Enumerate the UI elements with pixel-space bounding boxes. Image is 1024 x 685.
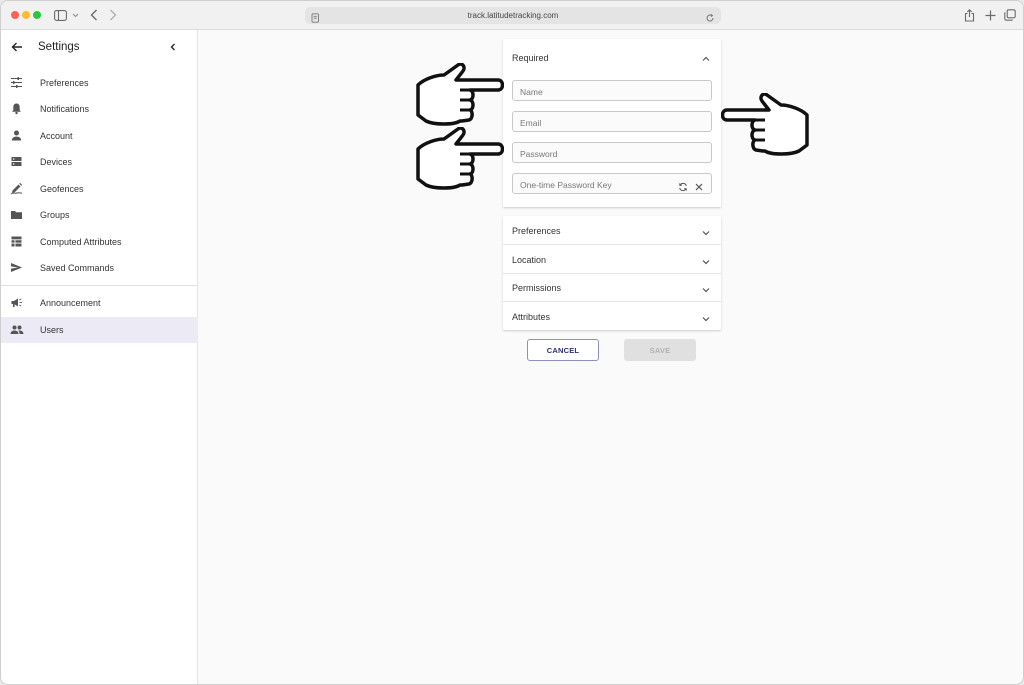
sidebar-item-label: Notifications	[40, 104, 90, 114]
browser-toolbar: track.latitudetracking.com	[1, 1, 1023, 30]
sidebar-item-groups[interactable]: Groups	[1, 202, 198, 228]
chevron-left-icon[interactable]	[168, 40, 178, 58]
pointing-hand-icon	[416, 127, 504, 190]
sidebar-item-label: Computed Attributes	[40, 237, 122, 247]
required-section: Required Name Email Password One-time Pa…	[503, 39, 721, 207]
close-window-button[interactable]	[11, 11, 19, 19]
reload-icon[interactable]	[705, 10, 715, 28]
refresh-icon[interactable]	[678, 179, 688, 192]
chevron-down-icon	[701, 282, 711, 300]
sidebar-item-label: Announcement	[40, 298, 101, 308]
sidebar-title: Settings	[38, 41, 80, 53]
password-placeholder: Password	[520, 149, 558, 159]
name-field[interactable]: Name	[512, 80, 712, 101]
page-icon	[311, 10, 320, 28]
sidebar-item-geofences[interactable]: Geofences	[1, 176, 198, 202]
sidebar-item-label: Account	[40, 131, 73, 141]
arrow-back-icon[interactable]	[11, 40, 23, 58]
email-placeholder: Email	[520, 118, 542, 128]
sidebar-item-notifications[interactable]: Notifications	[1, 96, 198, 122]
sidebar-item-devices[interactable]: Devices	[1, 149, 198, 175]
otp-key-placeholder: One-time Password Key	[520, 180, 612, 190]
section-attributes[interactable]: Attributes	[503, 302, 721, 331]
clear-icon[interactable]	[694, 179, 704, 191]
chevron-down-icon	[701, 254, 711, 272]
folder-icon	[10, 208, 23, 221]
sidebar-item-account[interactable]: Account	[1, 123, 198, 149]
sidebar-divider	[1, 285, 198, 286]
sidebar-item-label: Saved Commands	[40, 263, 115, 273]
back-nav-icon[interactable]	[88, 7, 100, 23]
sidebar-header: Settings	[1, 30, 198, 64]
sidebar-item-users[interactable]: Users	[1, 317, 198, 343]
sidebar-item-label: Users	[40, 325, 64, 335]
otp-key-field[interactable]: One-time Password Key	[512, 173, 712, 194]
person-icon	[10, 129, 23, 142]
sidebar-item-label: Preferences	[40, 78, 89, 88]
optional-sections: Preferences Location Permissions Attribu…	[503, 216, 721, 330]
chevron-up-icon[interactable]	[701, 51, 711, 69]
save-button[interactable]: SAVE	[624, 339, 696, 361]
pointing-hand-icon	[721, 93, 809, 156]
sidebar-item-preferences[interactable]: Preferences	[1, 70, 198, 96]
settings-sidebar: Settings Preferences Notifications Accou…	[1, 30, 198, 684]
email-field[interactable]: Email	[512, 111, 712, 132]
storage-icon	[10, 155, 23, 168]
sidebar-toggle-icon[interactable]	[53, 7, 67, 23]
section-title: Attributes	[512, 312, 551, 322]
section-permissions[interactable]: Permissions	[503, 273, 721, 302]
pointing-hand-icon	[416, 63, 504, 126]
name-placeholder: Name	[520, 87, 543, 97]
tune-icon	[10, 76, 23, 89]
required-title: Required	[512, 53, 549, 63]
cancel-button[interactable]: CANCEL	[527, 339, 599, 361]
bell-icon	[10, 102, 23, 115]
sidebar-item-label: Groups	[40, 210, 70, 220]
section-preferences[interactable]: Preferences	[503, 216, 721, 245]
tab-overview-icon[interactable]	[1004, 7, 1016, 23]
section-location[interactable]: Location	[503, 245, 721, 274]
share-icon[interactable]	[963, 7, 975, 23]
section-title: Permissions	[512, 283, 562, 293]
sidebar-item-announcement[interactable]: Announcement	[1, 290, 198, 316]
sidebar-item-computed-attributes[interactable]: Computed Attributes	[1, 229, 198, 255]
password-field[interactable]: Password	[512, 142, 712, 163]
forward-nav-icon[interactable]	[107, 7, 119, 23]
zoom-window-button[interactable]	[33, 11, 41, 19]
chevron-down-icon	[701, 311, 711, 329]
people-icon	[10, 323, 24, 336]
send-icon	[10, 261, 23, 274]
chevron-down-icon	[701, 225, 711, 243]
sidebar-item-saved-commands[interactable]: Saved Commands	[1, 255, 198, 281]
minimize-window-button[interactable]	[22, 11, 30, 19]
sidebar-item-label: Geofences	[40, 184, 84, 194]
chevron-down-icon[interactable]	[71, 7, 79, 23]
table-icon	[10, 235, 23, 248]
campaign-icon	[10, 296, 23, 309]
new-tab-icon[interactable]	[984, 7, 996, 23]
url-text: track.latitudetracking.com	[467, 11, 559, 20]
address-bar[interactable]: track.latitudetracking.com	[305, 7, 721, 24]
section-title: Location	[512, 255, 547, 265]
browser-window: track.latitudetracking.com Settings Pref…	[0, 0, 1024, 685]
draw-icon	[10, 182, 23, 195]
sidebar-item-label: Devices	[40, 157, 73, 167]
section-title: Preferences	[512, 226, 561, 236]
